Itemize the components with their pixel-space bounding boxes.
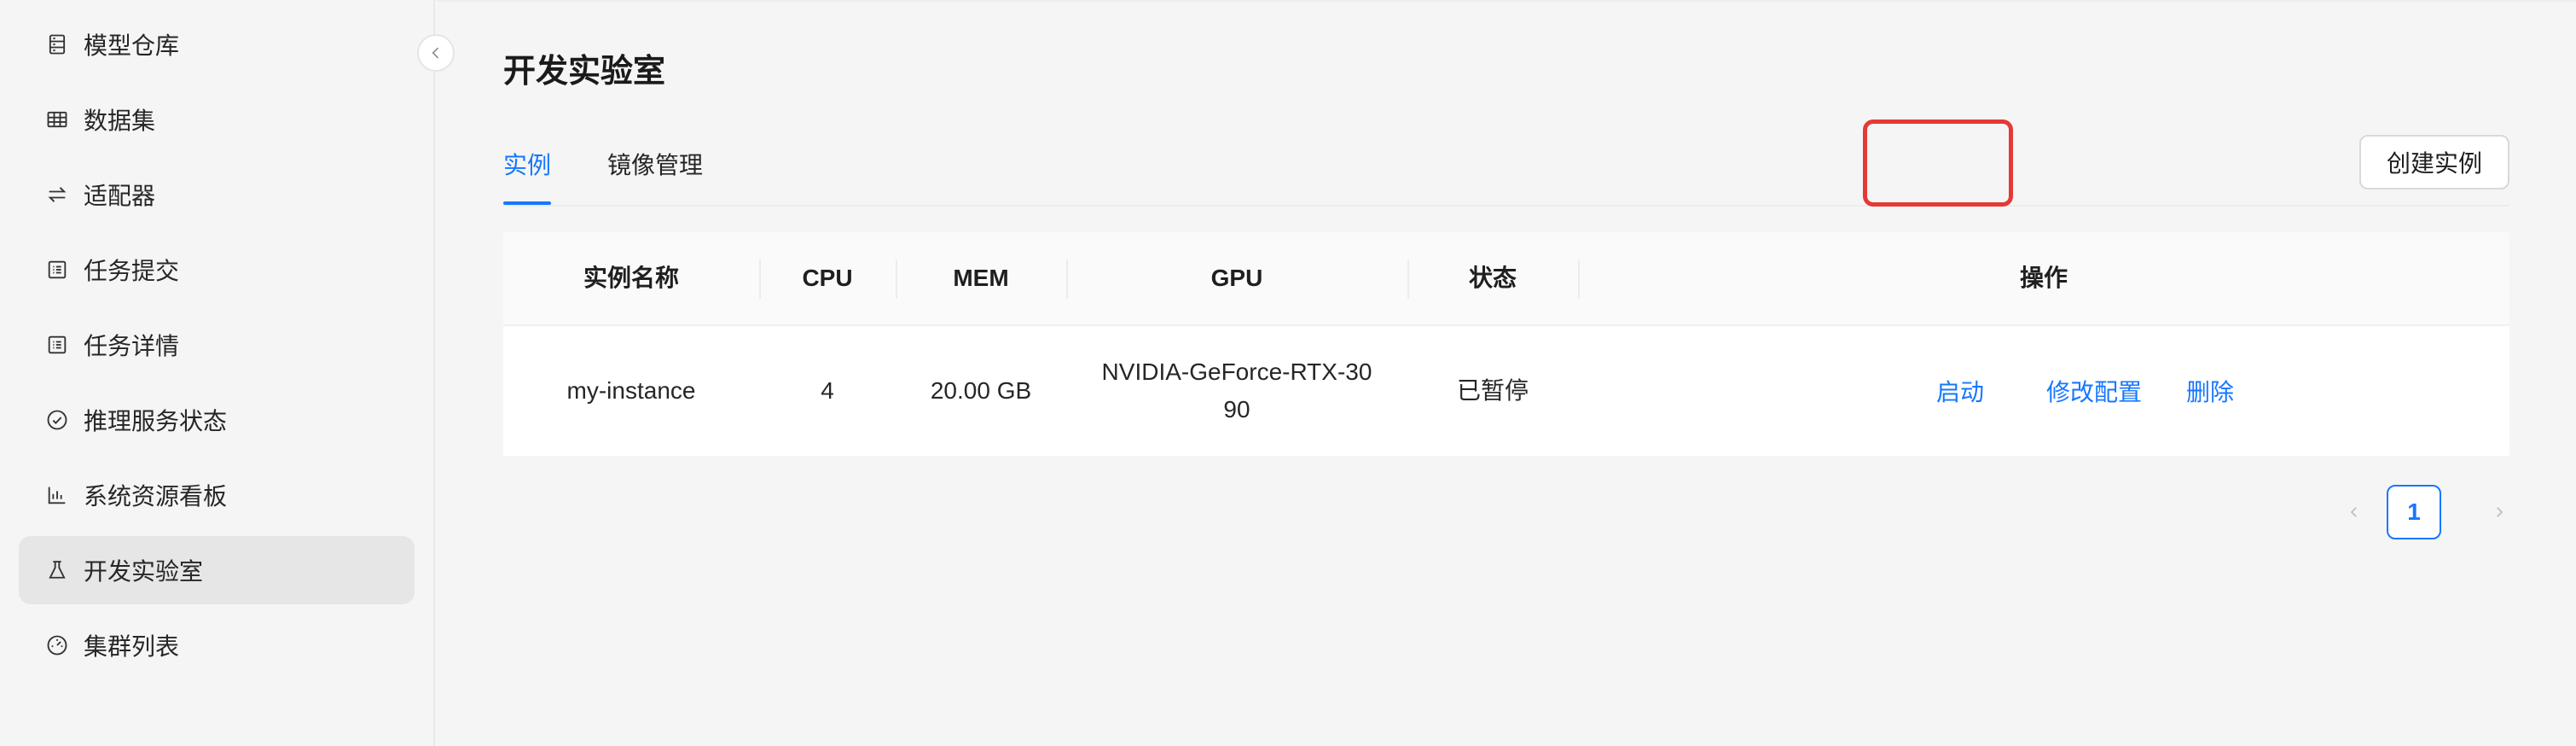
database-icon — [44, 32, 70, 57]
sidebar-item-label: 模型仓库 — [84, 32, 180, 59]
table-row: my-instance 4 20.00 GB NVIDIA-GeForce-RT… — [503, 326, 2509, 456]
sidebar: 模型仓库 数据集 适配器 任务提交 任务详情 推理服务状态 系统资源看板 开发实… — [0, 0, 435, 746]
sidebar-item-label: 任务提交 — [84, 258, 180, 284]
column-header-mem: MEM — [953, 265, 1009, 291]
sidebar-item-dev-lab[interactable]: 开发实验室 — [19, 536, 415, 604]
sidebar-item-label: 数据集 — [84, 108, 156, 134]
flask-icon — [44, 557, 70, 583]
column-header-gpu: GPU — [1210, 265, 1263, 291]
dashboard-icon — [44, 632, 70, 658]
create-instance-button[interactable]: 创建实例 — [2359, 135, 2509, 189]
sidebar-item-label: 系统资源看板 — [84, 483, 228, 510]
swap-icon — [44, 182, 70, 207]
page-title: 开发实验室 — [503, 54, 666, 90]
sidebar-item-label: 开发实验室 — [84, 558, 204, 585]
tab-bar: 实例 镜像管理 — [503, 147, 2509, 207]
form-icon — [44, 257, 70, 283]
sidebar-item-cluster-list[interactable]: 集群列表 — [19, 611, 415, 679]
sidebar-item-label: 集群列表 — [84, 633, 180, 660]
pagination-page-current[interactable]: 1 — [2387, 485, 2441, 539]
instance-gpu-cell: NVIDIA-GeForce-RTX-3090 — [1066, 326, 1407, 456]
instance-name-cell: my-instance — [566, 377, 696, 404]
chevron-right-icon — [2497, 507, 2503, 517]
column-header-cpu: CPU — [802, 265, 853, 291]
sidebar-item-datasets[interactable]: 数据集 — [19, 85, 415, 154]
sidebar-item-label: 推理服务状态 — [84, 408, 228, 434]
delete-instance-link[interactable]: 删除 — [2186, 326, 2234, 456]
sidebar-item-task-submit[interactable]: 任务提交 — [19, 236, 415, 304]
pagination-prev-button[interactable] — [2337, 485, 2371, 539]
column-header-actions: 操作 — [2019, 265, 2068, 291]
chevron-left-icon — [2350, 507, 2357, 517]
sidebar-collapse-button[interactable] — [417, 34, 455, 72]
main-content: 开发实验室 实例 镜像管理 创建实例 实例名称 CPU MEM GPU 状态 操… — [437, 0, 2576, 746]
chevron-left-icon — [432, 47, 439, 59]
column-header-status: 状态 — [1468, 265, 1517, 291]
table-icon — [44, 107, 70, 132]
modify-config-link[interactable]: 修改配置 — [2046, 326, 2142, 456]
tab-instances[interactable]: 实例 — [503, 147, 551, 181]
bar-chart-icon — [44, 482, 70, 508]
instances-table: 实例名称 CPU MEM GPU 状态 操作 my-instance 4 20.… — [503, 232, 2509, 456]
sidebar-item-system-resources[interactable]: 系统资源看板 — [19, 461, 415, 529]
pagination-next-button[interactable] — [2482, 485, 2516, 539]
sidebar-item-label: 任务详情 — [84, 333, 180, 359]
instance-mem-cell: 20.00 GB — [930, 377, 1032, 404]
instance-status-cell: 已暂停 — [1456, 377, 1529, 404]
top-divider — [437, 0, 2576, 2]
column-header-name: 实例名称 — [583, 265, 679, 291]
check-circle-icon — [44, 407, 70, 433]
sidebar-item-adapters[interactable]: 适配器 — [19, 160, 415, 229]
tab-image-management[interactable]: 镜像管理 — [607, 147, 703, 181]
file-list-icon — [44, 332, 70, 358]
table-header: 实例名称 CPU MEM GPU 状态 操作 — [503, 232, 2509, 326]
tab-active-indicator — [503, 201, 551, 205]
sidebar-item-inference-status[interactable]: 推理服务状态 — [19, 386, 415, 454]
instance-cpu-cell: 4 — [821, 377, 834, 404]
gpu-name-text: NVIDIA-GeForce-RTX-3090 — [1101, 358, 1372, 423]
sidebar-item-task-details[interactable]: 任务详情 — [19, 311, 415, 379]
sidebar-item-model-repo[interactable]: 模型仓库 — [19, 10, 415, 79]
app-root: 模型仓库 数据集 适配器 任务提交 任务详情 推理服务状态 系统资源看板 开发实… — [0, 0, 2576, 746]
sidebar-item-label: 适配器 — [84, 183, 156, 209]
start-instance-link[interactable]: 启动 — [1936, 326, 1984, 456]
